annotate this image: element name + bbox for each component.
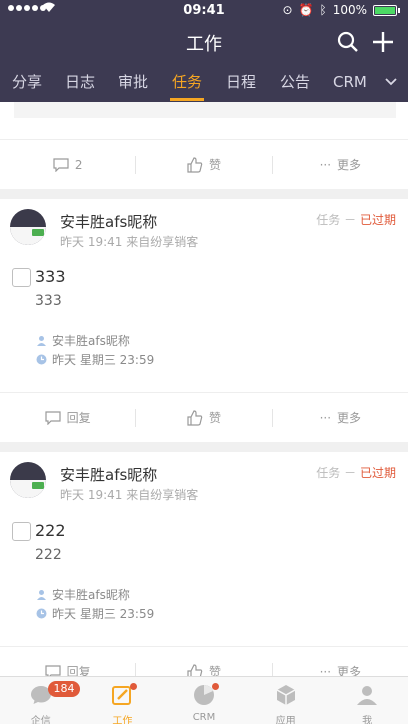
tabbar-item-crm[interactable]: CRM <box>163 677 245 724</box>
action-bar: 回复 赞 ··· 更多 <box>0 392 408 442</box>
tab-notice[interactable]: 公告 <box>280 71 310 92</box>
like-button[interactable]: 赞 <box>136 663 271 676</box>
clock-icon <box>36 354 47 365</box>
user-icon <box>37 336 46 346</box>
task-title: 333 <box>35 267 66 286</box>
task-assignee: 安丰胜afs昵称 <box>36 586 130 603</box>
task-checkbox[interactable] <box>12 268 31 287</box>
post-meta: 昨天 19:41 来自纷享销客 <box>60 488 199 502</box>
more-button[interactable]: ··· 更多 <box>273 156 408 173</box>
tab-schedule[interactable]: 日程 <box>226 71 256 92</box>
task-title-row: 333 <box>12 267 392 290</box>
alarm-icon: ⏰ <box>298 3 314 17</box>
feed: 2 赞 ··· 更多 安丰胜afs昵称 昨天 19:41 来自纷享销客 任务 －… <box>0 102 408 676</box>
header: 09:41 ⊙ ⏰ ᛒ 100% 工作 分享 日志 审批 任务 日程 公告 CR… <box>0 0 408 102</box>
tabbar-item-me[interactable]: 我 <box>326 677 408 724</box>
tab-task[interactable]: 任务 <box>172 71 202 92</box>
like-button[interactable]: 赞 <box>136 409 271 426</box>
bluetooth-icon: ᛒ <box>319 3 327 17</box>
task-assignee: 安丰胜afs昵称 <box>36 332 130 349</box>
more-dots-icon: ··· <box>319 157 332 172</box>
tabbar-item-work[interactable]: 工作 <box>82 677 164 724</box>
active-tab-indicator <box>170 98 204 101</box>
tabbar-item-messages[interactable]: 184 企信 <box>0 677 82 724</box>
task-title: 222 <box>35 521 66 540</box>
task-description: 222 <box>35 547 62 563</box>
unread-badge: 184 <box>48 681 80 697</box>
action-bar: 回复 赞 ··· 更多 <box>0 646 408 676</box>
status-bar: 09:41 ⊙ ⏰ ᛒ 100% <box>0 0 408 22</box>
tab-log[interactable]: 日志 <box>65 71 95 92</box>
task-deadline: 昨天 星期三 23:59 <box>36 605 154 622</box>
battery-percent: 100% <box>332 3 367 17</box>
task-status: 任务 － 已过期 <box>316 213 396 227</box>
plus-icon[interactable] <box>370 29 396 55</box>
task-title-row: 222 <box>12 521 392 544</box>
post-meta: 昨天 19:41 来自纷享销客 <box>60 235 199 249</box>
battery-icon <box>373 4 397 16</box>
bottom-tab-bar: 184 企信 工作 CRM 应用 我 <box>0 676 408 724</box>
notification-dot <box>130 683 138 690</box>
comment-icon <box>53 157 69 172</box>
user-name[interactable]: 安丰胜afs昵称 <box>60 211 157 232</box>
rotation-lock-icon: ⊙ <box>282 3 293 17</box>
task-deadline: 昨天 星期三 23:59 <box>36 351 154 368</box>
thumb-up-icon <box>187 663 203 676</box>
feed-card: 2 赞 ··· 更多 <box>0 102 408 189</box>
tab-approval[interactable]: 审批 <box>118 71 148 92</box>
reply-count: 2 <box>74 157 83 172</box>
avatar[interactable] <box>10 462 46 498</box>
task-card[interactable]: 安丰胜afs昵称 昨天 19:41 来自纷享销客 任务 － 已过期 222 22… <box>0 452 408 676</box>
thumb-up-icon <box>187 409 203 426</box>
tab-crm[interactable]: CRM信 <box>333 71 367 92</box>
user-name[interactable]: 安丰胜afs昵称 <box>60 464 157 485</box>
tab-share[interactable]: 分享 <box>12 71 42 92</box>
card-attachment <box>14 102 396 118</box>
task-checkbox[interactable] <box>12 522 31 541</box>
user-icon <box>37 590 46 600</box>
more-button[interactable]: ··· 更多 <box>273 663 408 677</box>
search-icon[interactable] <box>336 30 360 54</box>
task-description: 333 <box>35 293 62 309</box>
cube-icon <box>276 685 295 705</box>
category-tabs: 分享 日志 审批 任务 日程 公告 CRM信 <box>0 66 408 102</box>
tabbar-item-apps[interactable]: 应用 <box>245 677 327 724</box>
user-icon <box>357 686 378 705</box>
more-label: 更多 <box>337 158 362 172</box>
more-button[interactable]: ··· 更多 <box>273 409 408 426</box>
reply-button[interactable]: 回复 <box>0 663 135 676</box>
thumb-up-icon <box>187 156 203 173</box>
overdue-badge: 已过期 <box>359 466 396 480</box>
like-button[interactable]: 赞 <box>136 156 271 173</box>
action-bar: 2 赞 ··· 更多 <box>0 139 408 189</box>
avatar[interactable] <box>10 209 46 245</box>
comment-icon <box>45 664 61 676</box>
chevron-down-icon[interactable] <box>384 74 398 88</box>
more-dots-icon: ··· <box>319 410 332 425</box>
clock-icon <box>36 608 47 619</box>
comment-icon <box>45 410 61 425</box>
overdue-badge: 已过期 <box>359 213 396 227</box>
task-card[interactable]: 安丰胜afs昵称 昨天 19:41 来自纷享销客 任务 － 已过期 333 33… <box>0 199 408 442</box>
reply-button[interactable]: 2 <box>0 158 135 172</box>
like-label: 赞 <box>208 158 221 172</box>
task-status: 任务 － 已过期 <box>316 466 396 480</box>
more-dots-icon: ··· <box>319 664 332 677</box>
reply-button[interactable]: 回复 <box>0 409 135 426</box>
notification-dot <box>211 683 219 690</box>
